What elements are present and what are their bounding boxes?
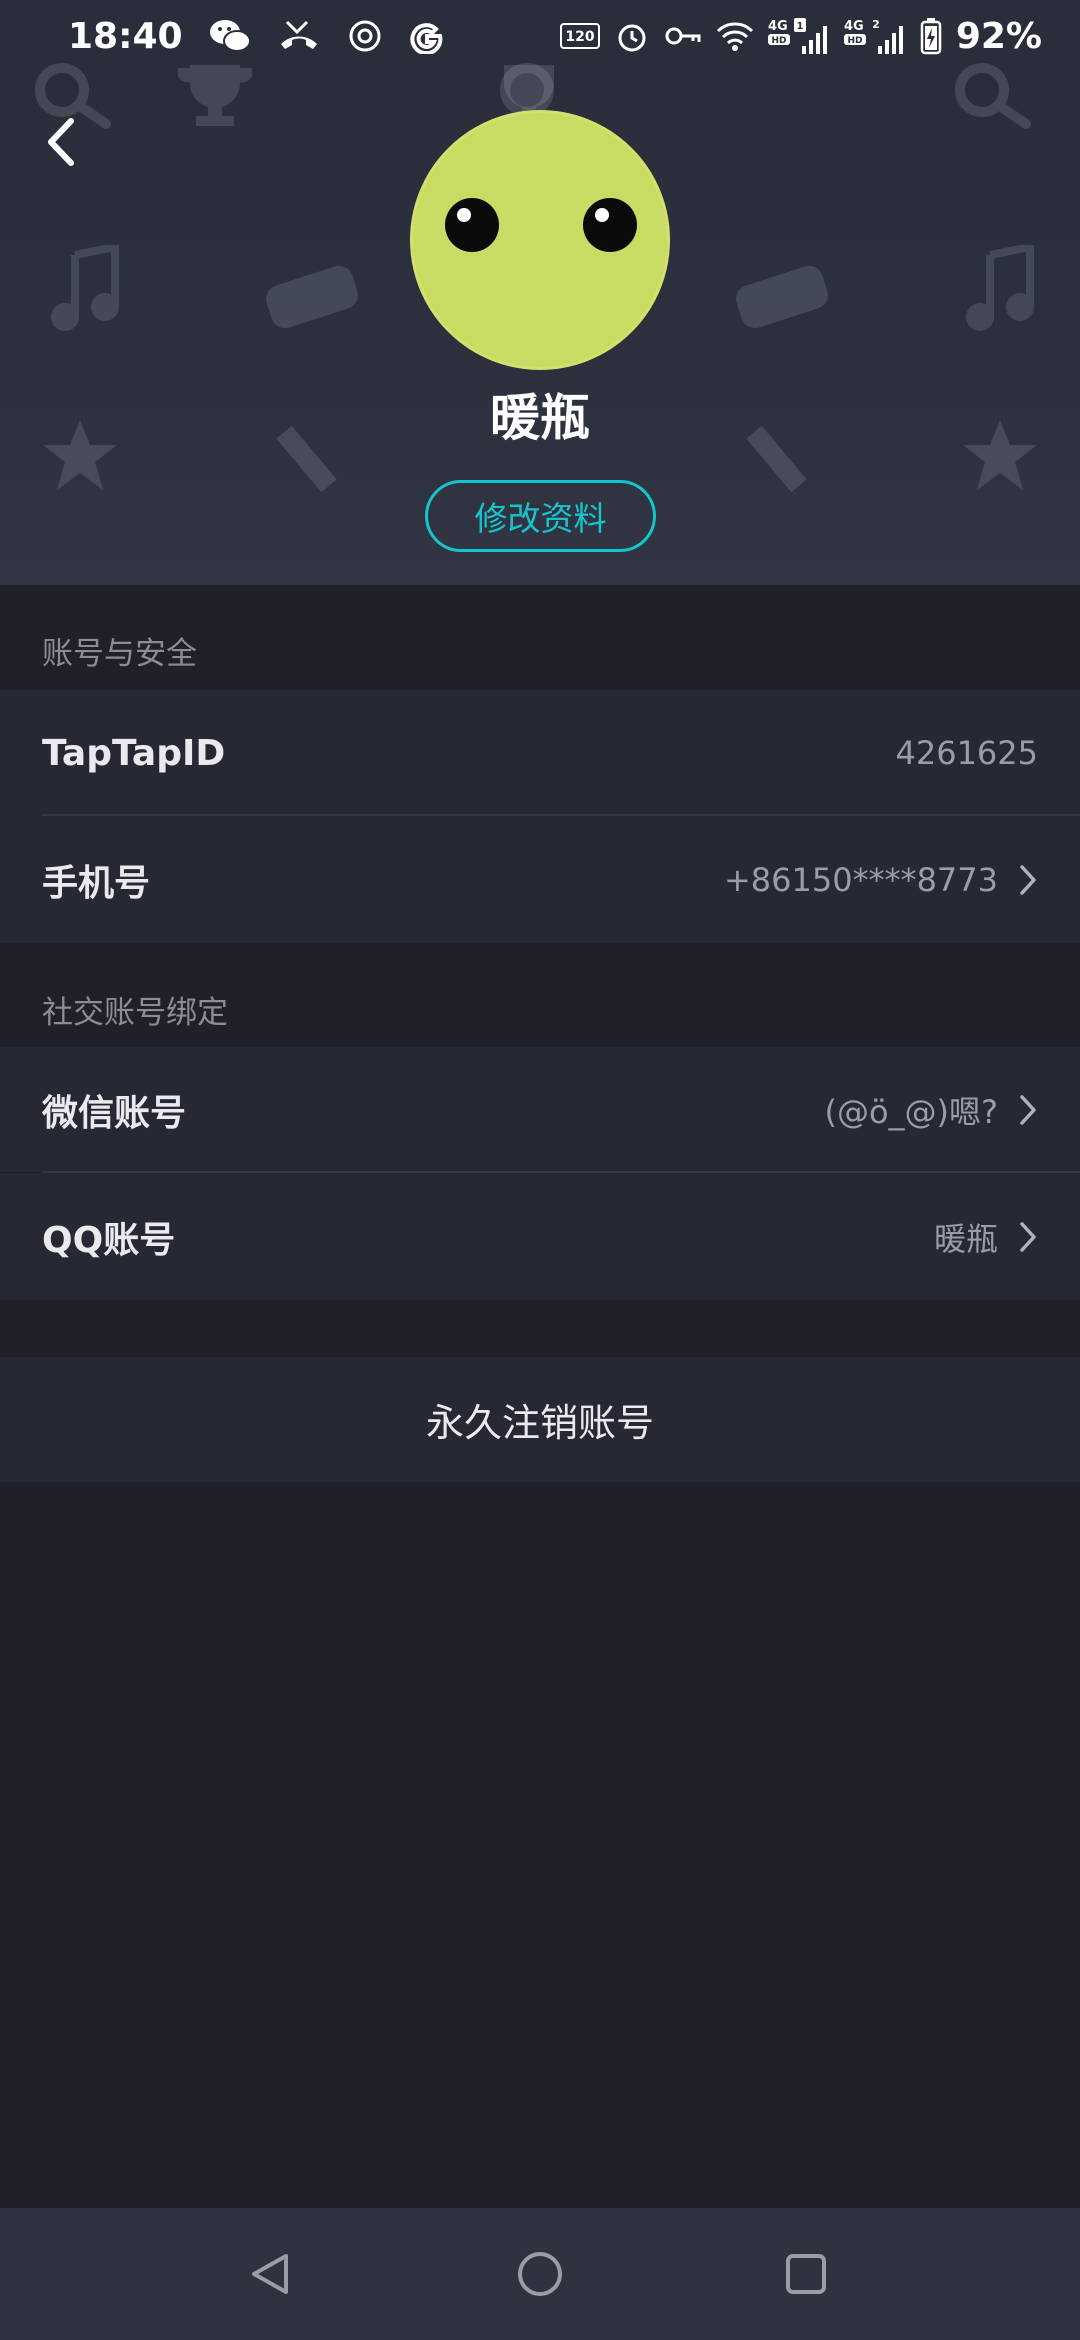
- key-icon: [664, 21, 702, 51]
- wechat-value: (@ö_@)嗯?: [824, 1092, 998, 1131]
- nav-recents-button[interactable]: [774, 2242, 838, 2306]
- section-title-account-security: 账号与安全: [42, 636, 197, 672]
- battery-percent: 92%: [955, 15, 1042, 57]
- nav-back-triangle-icon: [252, 2254, 288, 2294]
- phone-row[interactable]: 手机号 +86150****8773: [0, 816, 1080, 943]
- music-note-pattern-icon: [960, 245, 1040, 335]
- chevron-right-icon: [1018, 1094, 1038, 1126]
- wechat-row[interactable]: 微信账号 (@ö_@)嗯?: [0, 1047, 1080, 1172]
- status-bar: 18:40 120 4G HD 1 4G HD 2 92%: [0, 0, 1080, 72]
- nav-home-button[interactable]: [508, 2242, 572, 2306]
- system-nav-bar: [0, 2208, 1080, 2340]
- avatar[interactable]: [410, 110, 670, 370]
- chevron-right-icon: [1018, 864, 1038, 896]
- wechat-label: 微信账号: [42, 1092, 187, 1134]
- wifi-icon: [716, 19, 754, 53]
- target-app-icon: [347, 18, 383, 54]
- avatar-right-eye: [583, 198, 637, 252]
- nav-back-button[interactable]: [238, 2242, 302, 2306]
- qq-value: 暖瓶: [933, 1219, 998, 1258]
- back-button[interactable]: [30, 110, 90, 174]
- signal1-label: 4G: [768, 19, 788, 34]
- taptap-id-label: TapTapID: [42, 732, 226, 774]
- phone-value: +86150****8773: [723, 860, 998, 899]
- sim1-badge: 1: [796, 21, 803, 32]
- missed-call-icon: [277, 18, 321, 54]
- phone-label: 手机号: [42, 862, 151, 904]
- qq-label: QQ账号: [42, 1219, 176, 1261]
- gamepad-pattern-icon: [262, 255, 362, 335]
- delete-account-button[interactable]: 永久注销账号: [0, 1357, 1080, 1482]
- taptap-id-value: 4261625: [895, 734, 1038, 772]
- google-icon: [409, 18, 445, 54]
- gamepad-pattern-icon: [732, 255, 832, 335]
- signal-sim1-icon: 4G HD 1: [767, 16, 830, 56]
- avatar-left-eye: [445, 198, 499, 252]
- signal2-sub: HD: [847, 36, 862, 46]
- chevron-right-icon: [1018, 1221, 1038, 1253]
- sim2-badge: 2: [872, 18, 880, 31]
- edit-profile-button[interactable]: 修改资料: [425, 480, 656, 552]
- profile-header: 18:40 120 4G HD 1 4G HD 2 92% 暖瓶 修改资料: [0, 0, 1080, 585]
- status-time: 18:40: [68, 15, 183, 57]
- music-note-pattern-icon: [45, 245, 125, 335]
- wechat-icon: [209, 18, 251, 54]
- signal1-sub: HD: [771, 36, 786, 46]
- battery-charging-icon: [920, 17, 942, 55]
- refresh-rate-text: 120: [565, 29, 594, 45]
- taptap-id-row: TapTapID 4261625: [0, 690, 1080, 816]
- nav-home-circle-icon: [518, 2252, 562, 2296]
- signal2-label: 4G: [844, 19, 864, 34]
- qq-row[interactable]: QQ账号 暖瓶: [0, 1173, 1080, 1300]
- section-title-social-binding: 社交账号绑定: [42, 995, 228, 1031]
- refresh-rate-icon: 120: [559, 21, 600, 51]
- alarm-icon: [614, 18, 650, 54]
- signal-sim2-icon: 4G HD 2: [843, 16, 906, 56]
- username: 暖瓶: [490, 389, 590, 447]
- nav-recents-square-icon: [786, 2254, 826, 2294]
- back-arrow-icon: [48, 118, 74, 166]
